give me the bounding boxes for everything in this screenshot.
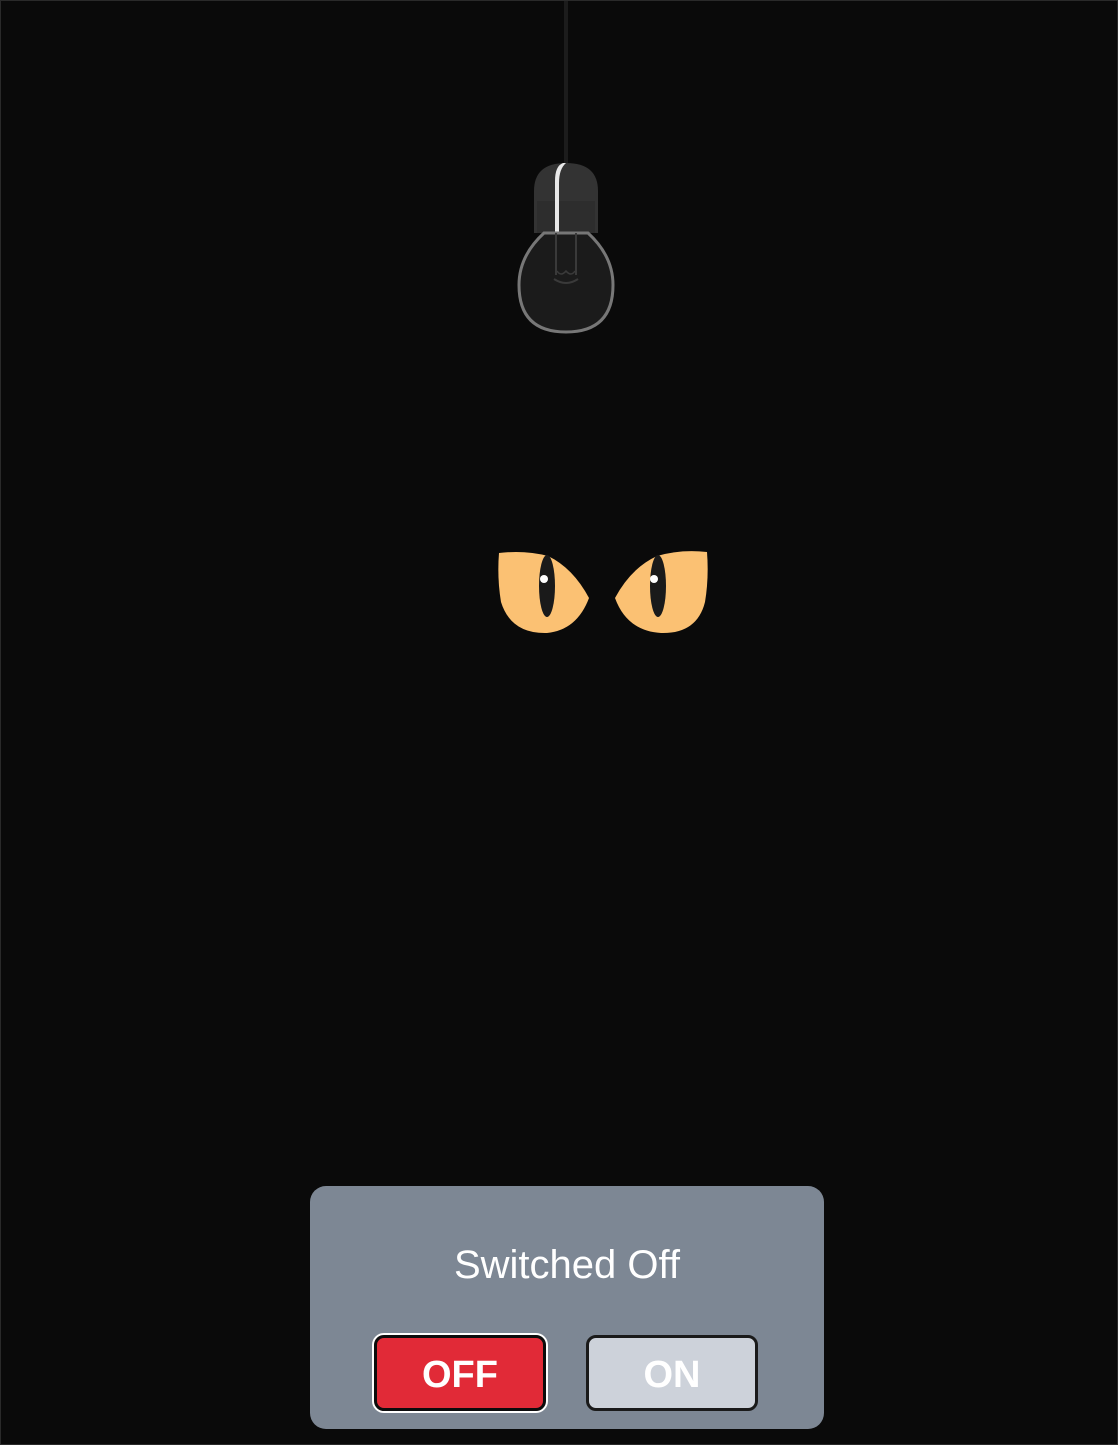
off-button[interactable]: OFF	[374, 1335, 546, 1411]
right-pupil	[650, 555, 666, 617]
on-button[interactable]: ON	[586, 1335, 758, 1411]
hanging-light-bulb	[511, 1, 621, 341]
cat-eyes-icon	[498, 551, 708, 634]
cat-eyes	[493, 546, 713, 638]
status-text: Switched Off	[453, 1243, 681, 1287]
dark-room-scene: Switched Off OFF ON	[0, 0, 1118, 1445]
left-pupil	[539, 555, 555, 617]
switch-panel: Switched Off OFF ON	[310, 1186, 824, 1429]
left-eye-glint	[540, 575, 548, 583]
bulb-cord	[564, 1, 568, 166]
bulb-socket-band	[537, 201, 595, 233]
light-bulb-icon	[517, 1, 615, 334]
right-eye-glint	[650, 575, 658, 583]
